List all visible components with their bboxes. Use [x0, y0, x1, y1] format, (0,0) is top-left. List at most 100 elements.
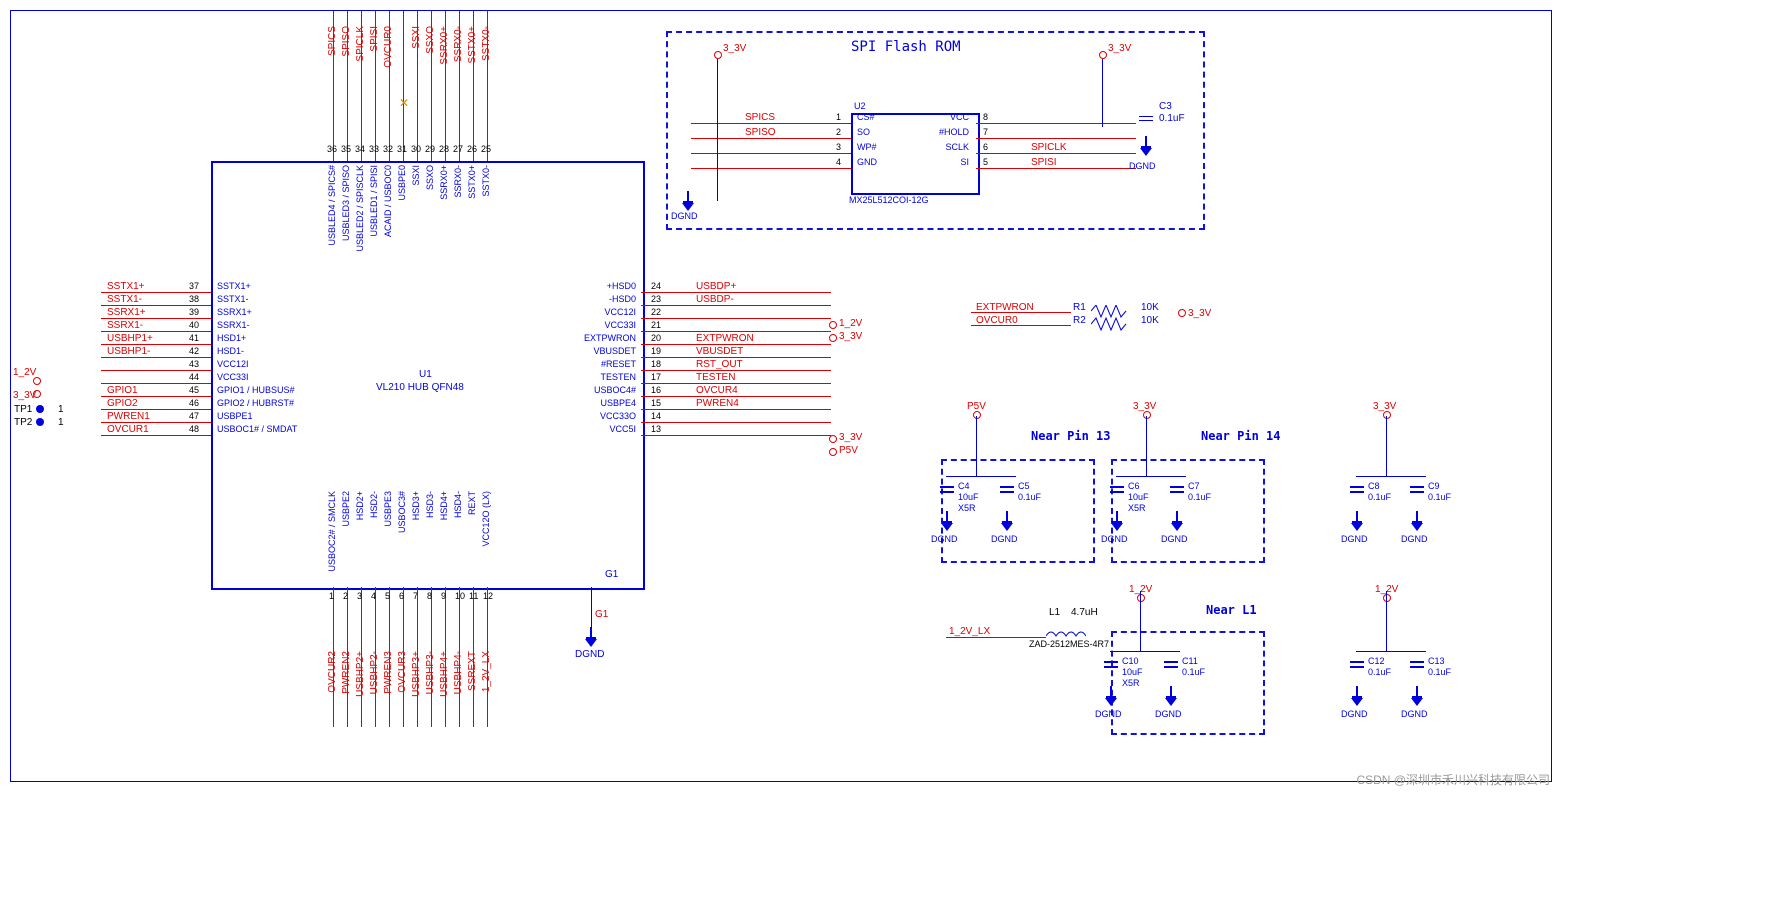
- pin-num-32: 32: [383, 144, 393, 154]
- 3-3v-label-l: 3_3V: [13, 390, 36, 401]
- pin-num-5: 5: [385, 591, 390, 601]
- net-t-36: SPICS: [327, 26, 338, 56]
- pin-num-43: 43: [189, 359, 199, 369]
- l1-part: ZAD-2512MES-4R7: [1029, 639, 1109, 649]
- pin-num-29: 29: [425, 144, 435, 154]
- g1-pin: G1: [605, 569, 618, 580]
- wire-right-17: [641, 383, 831, 384]
- pin-name-7: HSD3+: [411, 491, 421, 520]
- pin-num-8: 8: [427, 591, 432, 601]
- u2-lnum-3: 3: [836, 142, 841, 152]
- cap-C8: [1350, 486, 1364, 493]
- spi-dgnd-label: DGND: [671, 211, 698, 221]
- spi-3v-left: [714, 51, 722, 59]
- cap-C13: [1410, 661, 1424, 668]
- l1-net: 1_2V_LX: [949, 626, 990, 637]
- pin-name-36: USBLED4 / SPICS#: [327, 165, 337, 246]
- C11-val: 0.1uF: [1182, 667, 1205, 677]
- C9-ref: C9: [1428, 481, 1440, 491]
- pin-num-23: 23: [651, 294, 661, 304]
- net-t-26: SSTX0+: [467, 26, 478, 64]
- u2-lnet-2: SPISO: [745, 127, 776, 138]
- pin-name-46: GPIO2 / HUBRST#: [217, 398, 294, 408]
- net-r-23: USBDP-: [696, 294, 734, 305]
- pin-num-47: 47: [189, 411, 199, 421]
- c8c9-pwr-lbl: 3_3V: [1373, 401, 1396, 412]
- net-b-10: USBHP4-: [453, 651, 464, 694]
- C10-ref: C10: [1122, 656, 1139, 666]
- wire-right-14: [641, 422, 831, 423]
- pin13-p5v-lbl: P5V: [839, 445, 858, 456]
- pin-num-24: 24: [651, 281, 661, 291]
- pin-num-35: 35: [341, 144, 351, 154]
- pin-num-16: 16: [651, 385, 661, 395]
- cap-C4: [940, 486, 954, 493]
- wire-right-21: [641, 331, 831, 332]
- net-r-24: USBDP+: [696, 281, 736, 292]
- u2-lname-1: CS#: [857, 112, 875, 122]
- r1-val: 10K: [1141, 302, 1159, 313]
- net-t-30: SSXI: [411, 26, 422, 49]
- resistor-zigzag: [1091, 305, 1136, 331]
- u2-rnet-5: SPISI: [1031, 157, 1057, 168]
- schematic-canvas: U1 VL210 HUB QFN48 SSTX1+37SSTX1+SSTX1-3…: [10, 10, 1552, 782]
- C7-ref: C7: [1188, 481, 1200, 491]
- u2-rnum-6: 6: [983, 142, 988, 152]
- pin-num-30: 30: [411, 144, 421, 154]
- u2-rnum-7: 7: [983, 127, 988, 137]
- pin-name-5: USBPE3: [383, 491, 393, 527]
- pin13-p5v: [829, 448, 837, 456]
- u2-lnum-4: 4: [836, 157, 841, 167]
- net-USBHP1-: USBHP1-: [107, 346, 150, 357]
- cap-C11: [1164, 661, 1178, 668]
- pin-num-18: 18: [651, 359, 661, 369]
- wire-left-39: [101, 318, 211, 319]
- near14-label: Near Pin 14: [1201, 429, 1280, 443]
- C8-ref: C8: [1368, 481, 1380, 491]
- pin-num-3: 3: [357, 591, 362, 601]
- wire-right-16: [641, 396, 831, 397]
- pin-name-9: HSD4+: [439, 491, 449, 520]
- pin-num-46: 46: [189, 398, 199, 408]
- C6-ref: C6: [1128, 481, 1140, 491]
- pin-num-48: 48: [189, 424, 199, 434]
- net-t-32: OVCUR0: [383, 26, 394, 68]
- pin-name-30: SSXI: [411, 165, 421, 186]
- spi-left-vwire: [717, 59, 718, 201]
- l1-ref: L1: [1049, 607, 1060, 618]
- pin-name-35: USBLED3 / SPISO: [341, 165, 351, 241]
- cap-C7: [1170, 486, 1184, 493]
- pin-name-6: USBOC3#: [397, 491, 407, 533]
- spi-title: SPI Flash ROM: [851, 39, 961, 55]
- pin-name-40: SSRX1-: [217, 320, 250, 330]
- r2-val: 10K: [1141, 315, 1159, 326]
- c3-gnd-label: DGND: [1129, 161, 1156, 171]
- u2-rwire-5: [976, 168, 1136, 169]
- g1-dgnd-label: DGND: [575, 649, 604, 660]
- pin-name-45: GPIO1 / HUBSUS#: [217, 385, 295, 395]
- wire-left-44: [101, 383, 211, 384]
- pin-name-47: USBPE1: [217, 411, 253, 421]
- pin-num-27: 27: [453, 144, 463, 154]
- pin-num-21: 21: [651, 320, 661, 330]
- C5-val: 0.1uF: [1018, 492, 1041, 502]
- pin-name-2: USBPE2: [341, 491, 351, 527]
- net-b-6: OVCUR3: [397, 651, 408, 693]
- net-OVCUR1: OVCUR1: [107, 424, 149, 435]
- spi-3v-left-label: 3_3V: [723, 43, 746, 54]
- pin21-3v3: [829, 334, 837, 342]
- net-b-4: USBHP2-: [369, 651, 380, 694]
- tp1-val: 1: [58, 404, 64, 415]
- r1-wire: [971, 312, 1071, 313]
- net-t-28: SSRX0+: [439, 26, 450, 65]
- r-3v: [1178, 309, 1186, 317]
- c3-val: 0.1uF: [1159, 113, 1185, 124]
- pin-name-26: SSTX0+: [467, 165, 477, 199]
- u2-rwire-8: [976, 123, 1136, 124]
- pin-num-26: 26: [467, 144, 477, 154]
- pin-num-38: 38: [189, 294, 199, 304]
- net-SSRX1+: SSRX1+: [107, 307, 146, 318]
- pin-name-25: SSTX0-: [481, 165, 491, 197]
- pin-num-37: 37: [189, 281, 199, 291]
- C12-val: 0.1uF: [1368, 667, 1391, 677]
